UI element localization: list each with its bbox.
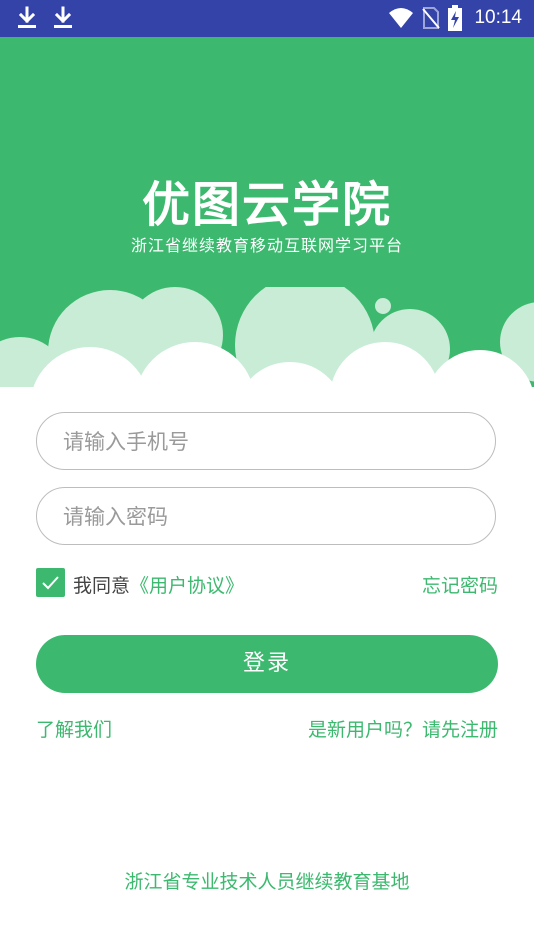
register-link[interactable]: 是新用户吗？请先注册: [308, 715, 498, 742]
user-agreement-link[interactable]: 《用户协议》: [130, 575, 244, 597]
phone-field[interactable]: [36, 412, 496, 471]
agreement-text: 我同意《用户协议》: [73, 571, 244, 598]
password-input[interactable]: [61, 488, 475, 546]
wifi-icon: [389, 8, 414, 28]
forgot-password-link[interactable]: 忘记密码: [422, 571, 498, 598]
no-sim-icon: [422, 7, 441, 29]
download-icon: [54, 6, 72, 28]
agreement-row: 我同意《用户协议》 忘记密码: [36, 566, 498, 600]
download-icon: [18, 6, 36, 28]
cloud-decoration: [0, 287, 534, 397]
app-subtitle: 浙江省继续教育移动互联网学习平台: [130, 236, 403, 255]
header-banner: 优图云学院 浙江省继续教育移动互联网学习平台: [0, 37, 534, 397]
agreement-prefix: 我同意: [73, 575, 131, 597]
login-screen: 10:14 优图云学院 浙江省继续教育移动互联网学习平台 请输入手机号 我同意《…: [0, 0, 534, 951]
footer-text: 浙江省专业技术人员继续教育基地: [124, 871, 410, 893]
status-bar: 10:14: [0, 0, 534, 37]
status-system-icons: 10:14: [388, 5, 522, 31]
login-button[interactable]: 登录: [36, 635, 498, 693]
agree-checkbox[interactable]: [36, 568, 65, 597]
check-icon: [42, 576, 59, 590]
app-logo: 优图云学院: [141, 177, 392, 233]
phone-input[interactable]: [61, 413, 475, 471]
status-time: 10:14: [474, 7, 522, 28]
about-us-link[interactable]: 了解我们: [36, 715, 112, 742]
battery-charging-icon: [448, 5, 463, 31]
status-notifications: [16, 6, 74, 30]
password-field[interactable]: [36, 487, 496, 546]
